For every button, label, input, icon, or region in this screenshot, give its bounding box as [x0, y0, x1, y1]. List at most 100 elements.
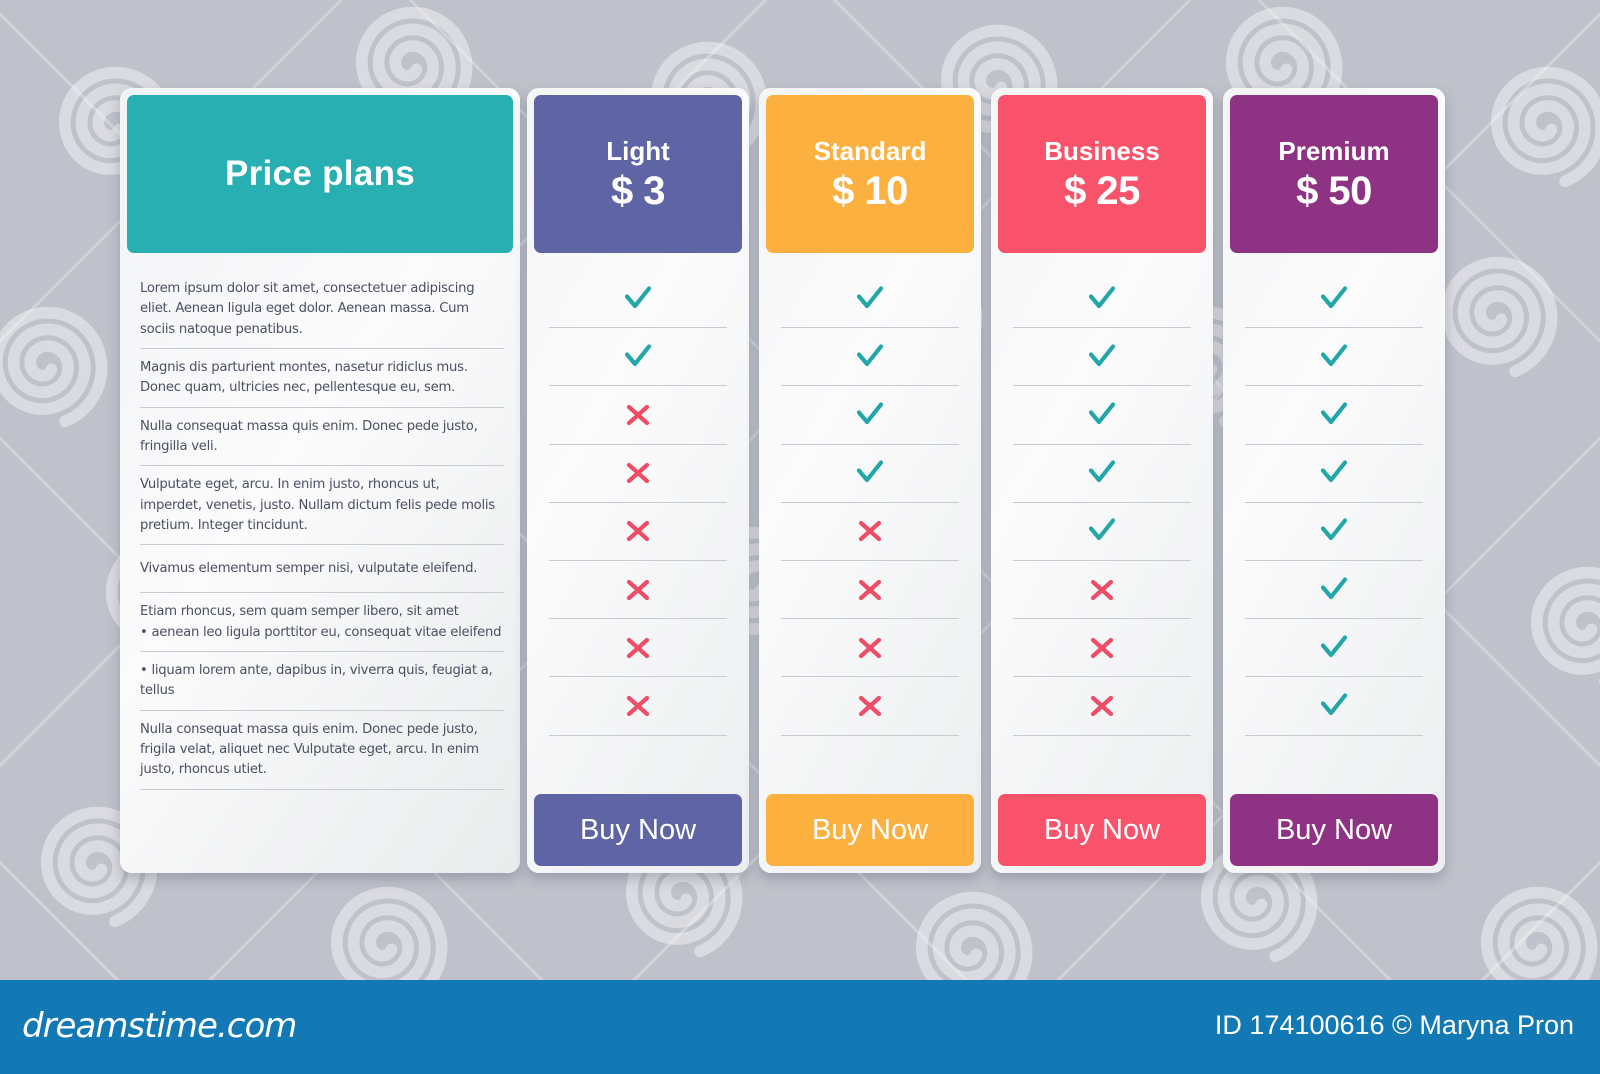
- cross-icon: [858, 637, 882, 658]
- feature-row: • liquam lorem ante, dapibus in, viverra…: [140, 652, 504, 711]
- plan-marks: [549, 270, 727, 736]
- plan-feature-cell: [549, 503, 727, 561]
- plan-feature-cell: [1245, 328, 1423, 387]
- plan-feature-cell: [1245, 445, 1423, 503]
- feature-text: Nulla consequat massa quis enim. Donec p…: [140, 418, 478, 454]
- plan-header: Premium $ 50: [1230, 95, 1438, 253]
- stock-photo-footer-bar: dreamstime.com ID 174100616 © Maryna Pro…: [0, 980, 1600, 1074]
- check-icon: [1088, 285, 1116, 308]
- cross-icon: [1090, 579, 1114, 600]
- plan-feature-cell: [549, 561, 727, 620]
- buy-now-button[interactable]: Buy Now: [534, 794, 742, 866]
- plan-card-surface: Business $ 25 Buy Now: [991, 88, 1213, 873]
- check-icon: [624, 344, 652, 366]
- plan-feature-cell: [1013, 503, 1191, 561]
- feature-row: Etiam rhoncus, sem quam semper libero, s…: [140, 593, 504, 652]
- feature-row: Nulla consequat massa quis enim. Donec p…: [140, 711, 504, 790]
- plan-feature-cell: [1245, 503, 1423, 561]
- buy-now-button[interactable]: Buy Now: [1230, 794, 1438, 866]
- feature-text: Nulla consequat massa quis enim. Donec p…: [140, 721, 479, 778]
- dreamstime-logo-text: dreamstime.com: [22, 1006, 297, 1046]
- cross-icon: [626, 463, 650, 484]
- plan-feature-cell: [549, 328, 727, 387]
- plan-feature-cell: [781, 328, 959, 387]
- feature-row: Nulla consequat massa quis enim. Donec p…: [140, 408, 504, 467]
- cross-icon: [626, 521, 650, 542]
- plan-feature-cell: [1013, 270, 1191, 329]
- plan-card-surface: Light $ 3 Buy Now: [527, 88, 749, 873]
- plan-price: $ 50: [1296, 168, 1372, 213]
- image-credit: ID 174100616 © Maryna Pron: [1214, 1010, 1574, 1040]
- buy-now-button[interactable]: Buy Now: [998, 794, 1206, 866]
- plan-feature-cell: [1245, 386, 1423, 445]
- check-icon: [1320, 460, 1348, 483]
- check-icon: [1088, 344, 1116, 366]
- check-icon: [1320, 518, 1348, 541]
- feature-row: Vivamus elementum semper nisi, vulputate…: [140, 545, 504, 594]
- feature-text: Lorem ipsum dolor sit amet, consectetuer…: [140, 281, 475, 337]
- plan-feature-cell: [1245, 619, 1423, 678]
- feature-text: Etiam rhoncus, sem quam semper libero, s…: [140, 604, 502, 640]
- plan-feature-cell: [781, 619, 959, 678]
- cross-icon: [1090, 637, 1114, 658]
- check-icon: [624, 285, 652, 308]
- cross-icon: [858, 579, 882, 600]
- plan-name: Light: [606, 135, 670, 166]
- check-icon: [1320, 635, 1348, 657]
- plan-feature-cell: [1013, 561, 1191, 620]
- cross-icon: [858, 521, 882, 542]
- plan-feature-cell: [549, 270, 727, 329]
- plan-marks: [781, 270, 959, 736]
- plan-feature-cell: [549, 619, 727, 678]
- plan-header: Light $ 3: [534, 95, 742, 253]
- plan-feature-cell: [781, 270, 959, 329]
- feature-text: Magnis dis parturient montes, nasetur ri…: [140, 359, 468, 396]
- feature-row: Magnis dis parturient montes, nasetur ri…: [140, 349, 504, 408]
- check-icon: [856, 460, 884, 483]
- plan-header: Standard $ 10: [766, 95, 974, 253]
- plan-feature-cell: [549, 677, 727, 736]
- plan-name: Business: [1044, 135, 1160, 166]
- dreamstime-logo: dreamstime.com: [22, 1006, 297, 1046]
- plan-feature-cell: [781, 445, 959, 503]
- plan-card-light[interactable]: Light $ 3 Buy Now: [527, 88, 749, 873]
- plan-feature-cell: [549, 445, 727, 503]
- check-icon: [1088, 460, 1116, 483]
- feature-text: • liquam lorem ante, dapibus in, viverra…: [140, 662, 493, 699]
- check-icon: [1320, 344, 1348, 366]
- plan-feature-cell: [1013, 677, 1191, 736]
- plan-feature-cell: [549, 386, 727, 445]
- plan-feature-cell: [1013, 328, 1191, 387]
- check-icon: [1088, 402, 1116, 425]
- plan-feature-cell: [1013, 445, 1191, 503]
- plan-feature-cell: [1013, 386, 1191, 445]
- check-icon: [1320, 576, 1348, 599]
- check-icon: [1320, 402, 1348, 425]
- plan-card-standard[interactable]: Standard $ 10 Buy Now: [759, 88, 981, 873]
- feature-list: Lorem ipsum dolor sit amet, consectetuer…: [140, 270, 504, 790]
- plan-card-business[interactable]: Business $ 25 Buy Now: [991, 88, 1213, 873]
- cross-icon: [626, 579, 650, 600]
- cross-icon: [1090, 695, 1114, 717]
- plan-feature-cell: [1245, 561, 1423, 620]
- plan-feature-cell: [1245, 677, 1423, 736]
- check-icon: [1320, 693, 1348, 716]
- page-title: Price plans: [224, 154, 416, 193]
- plan-price: $ 10: [832, 168, 908, 213]
- feature-row: Vulputate eget, arcu. In enim justo, rho…: [140, 466, 504, 546]
- check-icon: [856, 344, 884, 366]
- buy-now-button[interactable]: Buy Now: [766, 794, 974, 866]
- plan-feature-cell: [781, 503, 959, 561]
- feature-row: Lorem ipsum dolor sit amet, consectetuer…: [140, 270, 504, 349]
- plan-feature-cell: [781, 561, 959, 620]
- plan-card-surface: Standard $ 10 Buy Now: [759, 88, 981, 873]
- plan-feature-cell: [1245, 270, 1423, 329]
- plan-header: Business $ 25: [998, 95, 1206, 253]
- plan-marks: [1013, 270, 1191, 736]
- plan-name: Premium: [1278, 135, 1390, 166]
- check-icon: [856, 285, 884, 308]
- plan-card-premium[interactable]: Premium $ 50 Buy Now: [1223, 88, 1445, 873]
- pricing-table: Price plans Lorem ipsum dolor sit amet, …: [0, 0, 1600, 1074]
- features-card: Price plans Lorem ipsum dolor sit amet, …: [120, 88, 520, 873]
- plan-price: $ 25: [1064, 168, 1140, 213]
